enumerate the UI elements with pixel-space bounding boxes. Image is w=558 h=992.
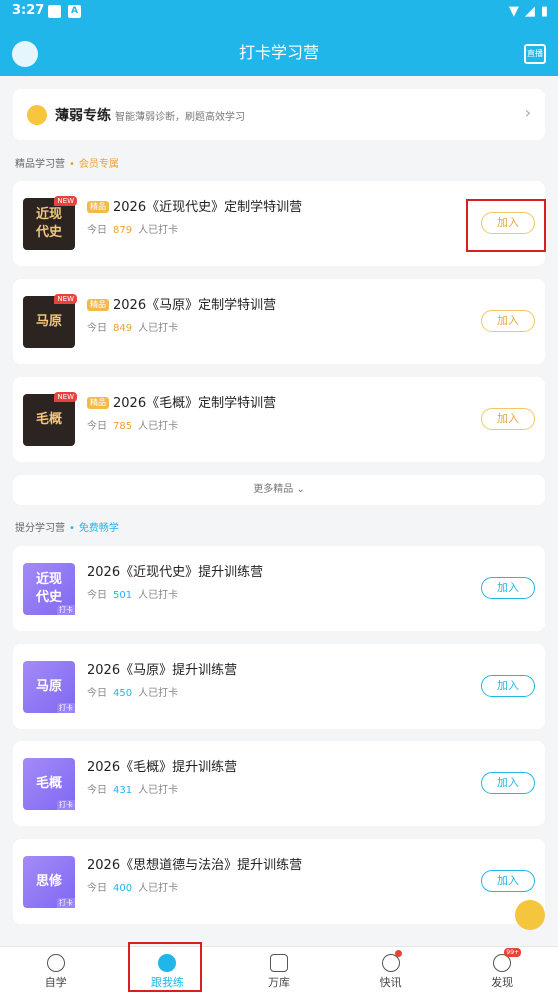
tab-label: 万库 — [267, 976, 290, 989]
new-badge: NEW — [54, 196, 77, 206]
camp-thumbnail: 近现代史 NEW — [23, 196, 77, 250]
join-button[interactable]: 加入 — [481, 408, 535, 430]
status-bar: 3:27 A ▼ ◢ ▮ — [0, 0, 558, 22]
boost-section-header: 提分学习营 • 免费畅学 — [15, 523, 119, 534]
camp-title: 2026《毛概》提升训练营 — [87, 760, 238, 775]
camp-thumbnail: 马原 打卡 — [23, 661, 75, 713]
join-button[interactable]: 加入 — [481, 675, 535, 697]
join-button[interactable]: 加入 — [481, 772, 535, 794]
camp-thumbnail: 思修 打卡 — [23, 856, 75, 908]
weak-practice-subtitle: 智能薄弱诊断，刷题高效学习 — [115, 112, 245, 123]
highlight-box — [128, 942, 202, 992]
app-bar: 打卡学习营 直播 — [0, 22, 558, 76]
checkin-tag: 打卡 — [57, 898, 75, 908]
status-time: 3:27 — [12, 3, 45, 18]
bulb-icon — [27, 105, 47, 125]
premium-badge: 精品 — [87, 201, 109, 213]
notification-dot — [394, 950, 402, 957]
chevron-down-icon: ⌄ — [296, 484, 305, 495]
discover-badge: 99+ — [504, 948, 522, 957]
premium-badge: 精品 — [87, 299, 109, 311]
camp-title: 2026《近现代史》提升训练营 — [87, 565, 264, 580]
tab-library[interactable]: 万库 — [223, 947, 335, 992]
library-icon — [269, 954, 288, 972]
checkin-count: 今日 450 人已打卡 — [87, 688, 179, 699]
more-premium-button[interactable]: 更多精品 ⌄ — [13, 475, 545, 505]
bottom-tab-bar: 自学 跟我练 万库 快讯 99+ 发现 — [0, 946, 558, 992]
checkin-count: 今日 431 人已打卡 — [87, 785, 179, 796]
signal-icon: ◢ — [524, 4, 535, 19]
live-button[interactable]: 直播 — [524, 44, 546, 64]
camp-title: 精品 2026《马原》定制学特训营 — [87, 294, 276, 313]
live-label: 直播 — [527, 49, 543, 58]
boost-camp-card[interactable]: 马原 打卡 2026《马原》提升训练营 今日 450 人已打卡 加入 — [13, 644, 545, 729]
section-label: 精品学习营 — [15, 159, 65, 170]
checkin-count: 今日 879 人已打卡 — [87, 225, 179, 236]
checkin-tag: 打卡 — [57, 703, 75, 713]
camp-title: 精品 2026《毛概》定制学特训营 — [87, 392, 276, 411]
more-premium-label: 更多精品 — [253, 484, 294, 495]
checkin-count: 今日 400 人已打卡 — [87, 883, 179, 894]
checkin-count: 今日 849 人已打卡 — [87, 323, 179, 334]
section-label: 提分学习营 — [15, 523, 65, 534]
premium-camp-card[interactable]: 马原 NEW 精品 2026《马原》定制学特训营 今日 849 人已打卡 加入 — [13, 279, 545, 364]
section-tag: 免费畅学 — [78, 523, 119, 534]
tab-label: 快讯 — [379, 976, 402, 989]
tab-label: 自学 — [44, 976, 67, 989]
camp-title: 精品 2026《近现代史》定制学特训营 — [87, 196, 302, 215]
new-badge: NEW — [54, 294, 77, 304]
weak-practice-card[interactable]: 薄弱专练 智能薄弱诊断，刷题高效学习 › — [13, 89, 545, 140]
boost-camp-card[interactable]: 思修 打卡 2026《思想道德与法治》提升训练营 今日 400 人已打卡 加入 — [13, 839, 545, 924]
boost-camp-card[interactable]: 毛概 打卡 2026《毛概》提升训练营 今日 431 人已打卡 加入 — [13, 741, 545, 826]
section-tag: 会员专属 — [78, 159, 119, 170]
premium-section-header: 精品学习营 • 会员专属 — [15, 159, 119, 170]
self-study-icon — [46, 954, 65, 972]
new-badge: NEW — [54, 392, 77, 402]
camp-title: 2026《马原》提升训练营 — [87, 663, 238, 678]
camp-title: 2026《思想道德与法治》提升训练营 — [87, 858, 303, 873]
join-button[interactable]: 加入 — [481, 870, 535, 892]
notification-icon — [48, 5, 61, 18]
tab-discover[interactable]: 99+ 发现 — [446, 947, 558, 992]
wifi-icon: ▼ — [508, 4, 519, 19]
premium-camp-card[interactable]: 毛概 NEW 精品 2026《毛概》定制学特训营 今日 785 人已打卡 加入 — [13, 377, 545, 462]
tab-news[interactable]: 快讯 — [335, 947, 447, 992]
camp-thumbnail: 马原 NEW — [23, 294, 77, 348]
camp-thumbnail: 近现代史 打卡 — [23, 563, 75, 615]
weak-practice-title: 薄弱专练 — [55, 108, 111, 124]
boost-camp-card[interactable]: 近现代史 打卡 2026《近现代史》提升训练营 今日 501 人已打卡 加入 — [13, 546, 545, 631]
checkin-tag: 打卡 — [57, 800, 75, 810]
checkin-count: 今日 785 人已打卡 — [87, 421, 179, 432]
trophy-icon[interactable] — [515, 900, 545, 930]
highlight-box — [466, 199, 546, 252]
chevron-right-icon: › — [524, 103, 531, 122]
checkin-tag: 打卡 — [57, 605, 75, 615]
checkin-count: 今日 501 人已打卡 — [87, 590, 179, 601]
app-notification-icon: A — [68, 5, 81, 18]
camp-thumbnail: 毛概 NEW — [23, 392, 77, 446]
camp-thumbnail: 毛概 打卡 — [23, 758, 75, 810]
tab-self-study[interactable]: 自学 — [0, 947, 112, 992]
battery-icon: ▮ — [540, 4, 548, 19]
page-title: 打卡学习营 — [238, 43, 319, 62]
join-button[interactable]: 加入 — [481, 577, 535, 599]
premium-badge: 精品 — [87, 397, 109, 409]
tab-label: 发现 — [491, 976, 514, 989]
join-button[interactable]: 加入 — [481, 310, 535, 332]
